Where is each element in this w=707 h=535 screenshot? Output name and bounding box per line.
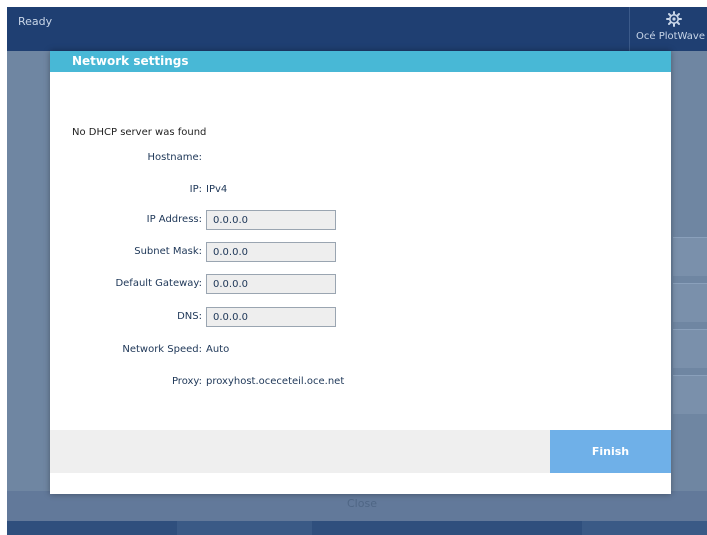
footer-segment bbox=[7, 521, 177, 535]
subnet-mask-row: Subnet Mask: bbox=[50, 242, 671, 264]
network-speed-label: Network Speed: bbox=[122, 344, 202, 355]
dns-label: DNS: bbox=[177, 311, 202, 322]
proxy-value: proxyhost.oceceteil.oce.net bbox=[206, 376, 345, 387]
status-text: Ready bbox=[18, 15, 53, 28]
dialog-footer: Finish bbox=[50, 430, 671, 473]
dhcp-message: No DHCP server was found bbox=[72, 127, 207, 138]
background-footer bbox=[7, 521, 707, 535]
hostname-row: Hostname: bbox=[50, 148, 671, 170]
hostname-label: Hostname: bbox=[147, 152, 203, 163]
ip-label: IP: bbox=[189, 184, 202, 195]
proxy-label: Proxy: bbox=[171, 376, 202, 387]
ip-address-row: IP Address: bbox=[50, 210, 671, 232]
background-list-item bbox=[673, 375, 707, 414]
background-list-item bbox=[673, 329, 707, 368]
app-window: Ready Océ PlotWave 34 bbox=[7, 7, 707, 535]
finish-button[interactable]: Finish bbox=[550, 430, 671, 473]
printer-name: Océ PlotWave 34 bbox=[636, 31, 707, 42]
default-gateway-label: Default Gateway: bbox=[115, 278, 202, 289]
ip-address-label: IP Address: bbox=[146, 214, 202, 225]
dialog-header: Network settings bbox=[50, 51, 671, 72]
footer-segment bbox=[312, 521, 582, 535]
background-close-button[interactable]: Close bbox=[347, 497, 377, 510]
dialog-title: Network settings bbox=[72, 54, 189, 68]
gear-icon bbox=[666, 11, 682, 27]
network-settings-dialog: Network settings No DHCP server was foun… bbox=[50, 51, 671, 494]
ip-row: IP: IPv4 bbox=[50, 180, 671, 202]
printer-settings-tile[interactable]: Océ PlotWave 34 bbox=[629, 7, 707, 51]
proxy-row: Proxy: proxyhost.oceceteil.oce.net bbox=[50, 372, 671, 394]
network-speed-row: Network Speed: Auto bbox=[50, 340, 671, 362]
network-speed-value: Auto bbox=[206, 344, 230, 355]
default-gateway-input[interactable] bbox=[206, 274, 336, 294]
subnet-mask-label: Subnet Mask: bbox=[134, 246, 202, 257]
ip-address-input[interactable] bbox=[206, 210, 336, 230]
subnet-mask-input[interactable] bbox=[206, 242, 336, 262]
dns-row: DNS: bbox=[50, 307, 671, 329]
background-list-item bbox=[673, 283, 707, 322]
background-list-item bbox=[673, 237, 707, 276]
default-gateway-row: Default Gateway: bbox=[50, 274, 671, 296]
ip-version-value: IPv4 bbox=[206, 184, 228, 195]
dns-input[interactable] bbox=[206, 307, 336, 327]
top-bar: Ready Océ PlotWave 34 bbox=[7, 7, 707, 51]
